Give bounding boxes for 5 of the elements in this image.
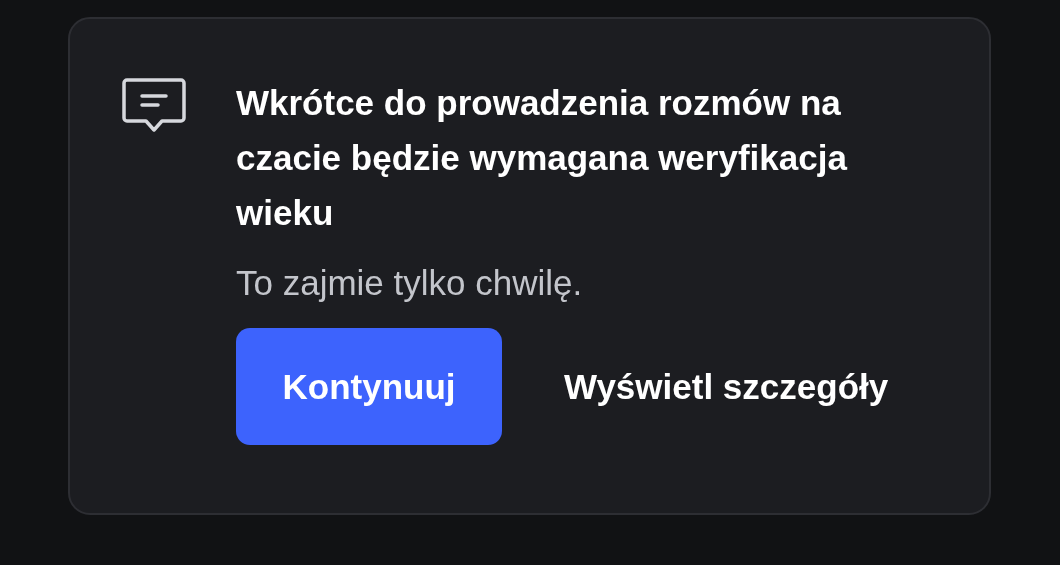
details-link[interactable]: Wyświetl szczegóły — [564, 366, 889, 407]
continue-button[interactable]: Kontynuuj — [236, 328, 502, 445]
notice-subtitle: To zajmie tylko chwilę. — [236, 262, 584, 304]
chat-icon — [122, 77, 186, 133]
notice-title: Wkrótce do prowadzenia rozmów na czacie będzie wymagana weryfikacja wieku — [236, 82, 849, 234]
